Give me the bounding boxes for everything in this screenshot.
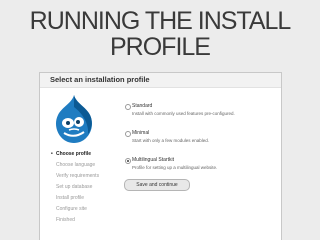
profile-description: Profile for setting up a multilingual we… <box>132 165 218 170</box>
slide-title-line-2: PROFILE <box>110 33 211 61</box>
radio-multilingual[interactable] <box>125 158 131 164</box>
installer-screenshot: Select an installation profile • Choose p… <box>39 72 282 240</box>
profile-description: Start with only a few modules enabled. <box>132 138 210 143</box>
step-finished: Finished <box>56 217 75 223</box>
save-and-continue-button[interactable]: Save and continue <box>124 179 190 191</box>
drupal-logo <box>55 95 93 143</box>
step-verify-requirements: Verify requirements <box>56 173 100 179</box>
install-steps-list: • Choose profile Choose language Verify r… <box>51 149 100 226</box>
radio-minimal[interactable] <box>125 131 131 137</box>
profile-option-minimal[interactable]: Minimal Start with only a few modules en… <box>125 130 275 144</box>
step-label: Choose profile <box>56 151 92 157</box>
profile-label: Minimal <box>132 130 150 136</box>
step-choose-profile: • Choose profile <box>51 149 94 160</box>
step-install-profile: Install profile <box>56 195 85 201</box>
slide-title: RUNNING THE INSTALL PROFILE <box>0 8 320 60</box>
profile-option-multilingual[interactable]: Multilingual Startkit Profile for settin… <box>125 157 275 171</box>
profile-label: Multilingual Startkit <box>132 157 174 163</box>
step-choose-language: Choose language <box>56 162 96 168</box>
profile-label: Standard <box>132 103 153 109</box>
profile-description: Install with commonly used features pre-… <box>132 111 235 116</box>
page-heading: Select an installation profile <box>40 73 281 88</box>
slide-title-line-1: RUNNING THE INSTALL <box>29 7 292 35</box>
profile-option-standard[interactable]: Standard Install with commonly used feat… <box>125 103 275 117</box>
radio-standard[interactable] <box>125 104 131 110</box>
profile-options: Standard Install with commonly used feat… <box>125 103 275 171</box>
step-configure-site: Configure site <box>56 206 87 212</box>
step-set-up-database: Set up database <box>56 184 93 190</box>
